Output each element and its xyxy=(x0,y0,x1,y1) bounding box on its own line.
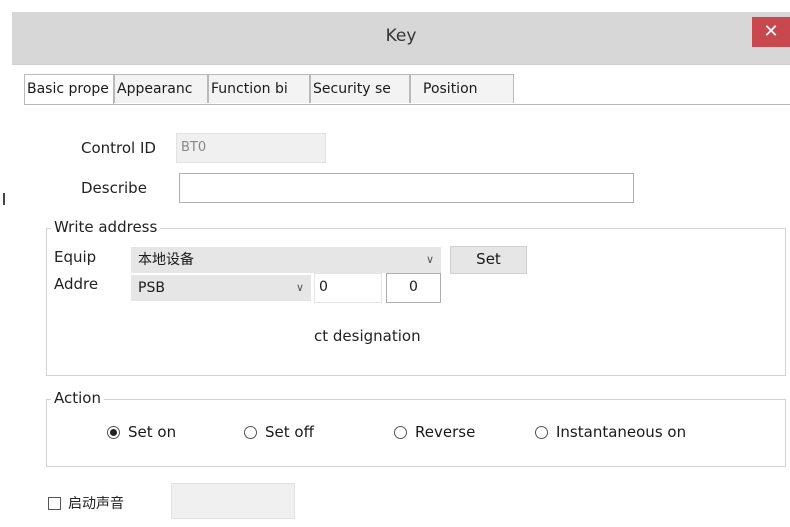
tab-appearance[interactable]: Appearanc xyxy=(114,74,208,103)
close-icon: ✕ xyxy=(763,21,779,42)
action-legend: Action xyxy=(51,389,104,407)
tab-position[interactable]: Position xyxy=(410,74,514,103)
address-offset-field[interactable]: 0 xyxy=(386,273,441,303)
background-mark xyxy=(3,193,5,205)
window-title: Key xyxy=(385,26,417,46)
radio-label-set-off: Set off xyxy=(265,423,314,441)
radio-button[interactable] xyxy=(394,425,407,439)
basic-properties-panel: Control ID BT0 Describe Write address Eq… xyxy=(24,104,790,527)
equipment-value: 本地设备 xyxy=(138,252,194,268)
indirect-designation-label: ct designation xyxy=(314,327,421,345)
address-value-field[interactable]: 0 xyxy=(314,273,382,303)
radio-button-checked[interactable] xyxy=(107,425,120,439)
describe-label: Describe xyxy=(81,179,147,197)
radio-set-off[interactable]: Set off xyxy=(244,423,314,441)
radio-set-on[interactable]: Set on xyxy=(107,423,176,441)
control-id-label: Control ID xyxy=(81,139,156,157)
tab-strip: Basic prope Appearanc Function bi Securi… xyxy=(12,74,790,105)
key-dialog: Key ✕ Basic prope Appearanc Function bi … xyxy=(12,12,790,527)
sound-checkbox[interactable] xyxy=(48,497,61,510)
tab-function-binding[interactable]: Function bi xyxy=(208,74,310,103)
radio-label-reverse: Reverse xyxy=(415,423,476,441)
sound-label: 启动声音 xyxy=(68,496,124,512)
tab-basic-properties[interactable]: Basic prope xyxy=(24,74,114,105)
radio-label-set-on: Set on xyxy=(128,423,177,441)
address-label: Addre xyxy=(54,275,99,293)
set-button[interactable]: Set xyxy=(450,246,527,274)
background-edge xyxy=(0,0,10,514)
equipment-dropdown[interactable]: 本地设备 ∨ xyxy=(131,247,441,273)
radio-button[interactable] xyxy=(535,425,548,439)
control-id-field: BT0 xyxy=(176,133,326,163)
chevron-down-icon: ∨ xyxy=(425,253,434,266)
write-address-legend: Write address xyxy=(51,218,161,236)
chevron-down-icon: ∨ xyxy=(295,281,304,294)
radio-label-instantaneous-on: Instantaneous on xyxy=(556,423,687,441)
address-type-value: PSB xyxy=(138,280,165,296)
radio-reverse[interactable]: Reverse xyxy=(394,423,475,441)
describe-field[interactable] xyxy=(179,173,634,203)
radio-instantaneous-on[interactable]: Instantaneous on xyxy=(535,423,686,441)
tab-security-settings[interactable]: Security se xyxy=(310,74,410,103)
equip-label: Equip xyxy=(54,248,97,266)
radio-button[interactable] xyxy=(244,425,257,439)
title-bar[interactable]: Key ✕ xyxy=(12,12,790,65)
close-button[interactable]: ✕ xyxy=(752,17,790,47)
address-type-dropdown[interactable]: PSB ∨ xyxy=(131,275,311,301)
